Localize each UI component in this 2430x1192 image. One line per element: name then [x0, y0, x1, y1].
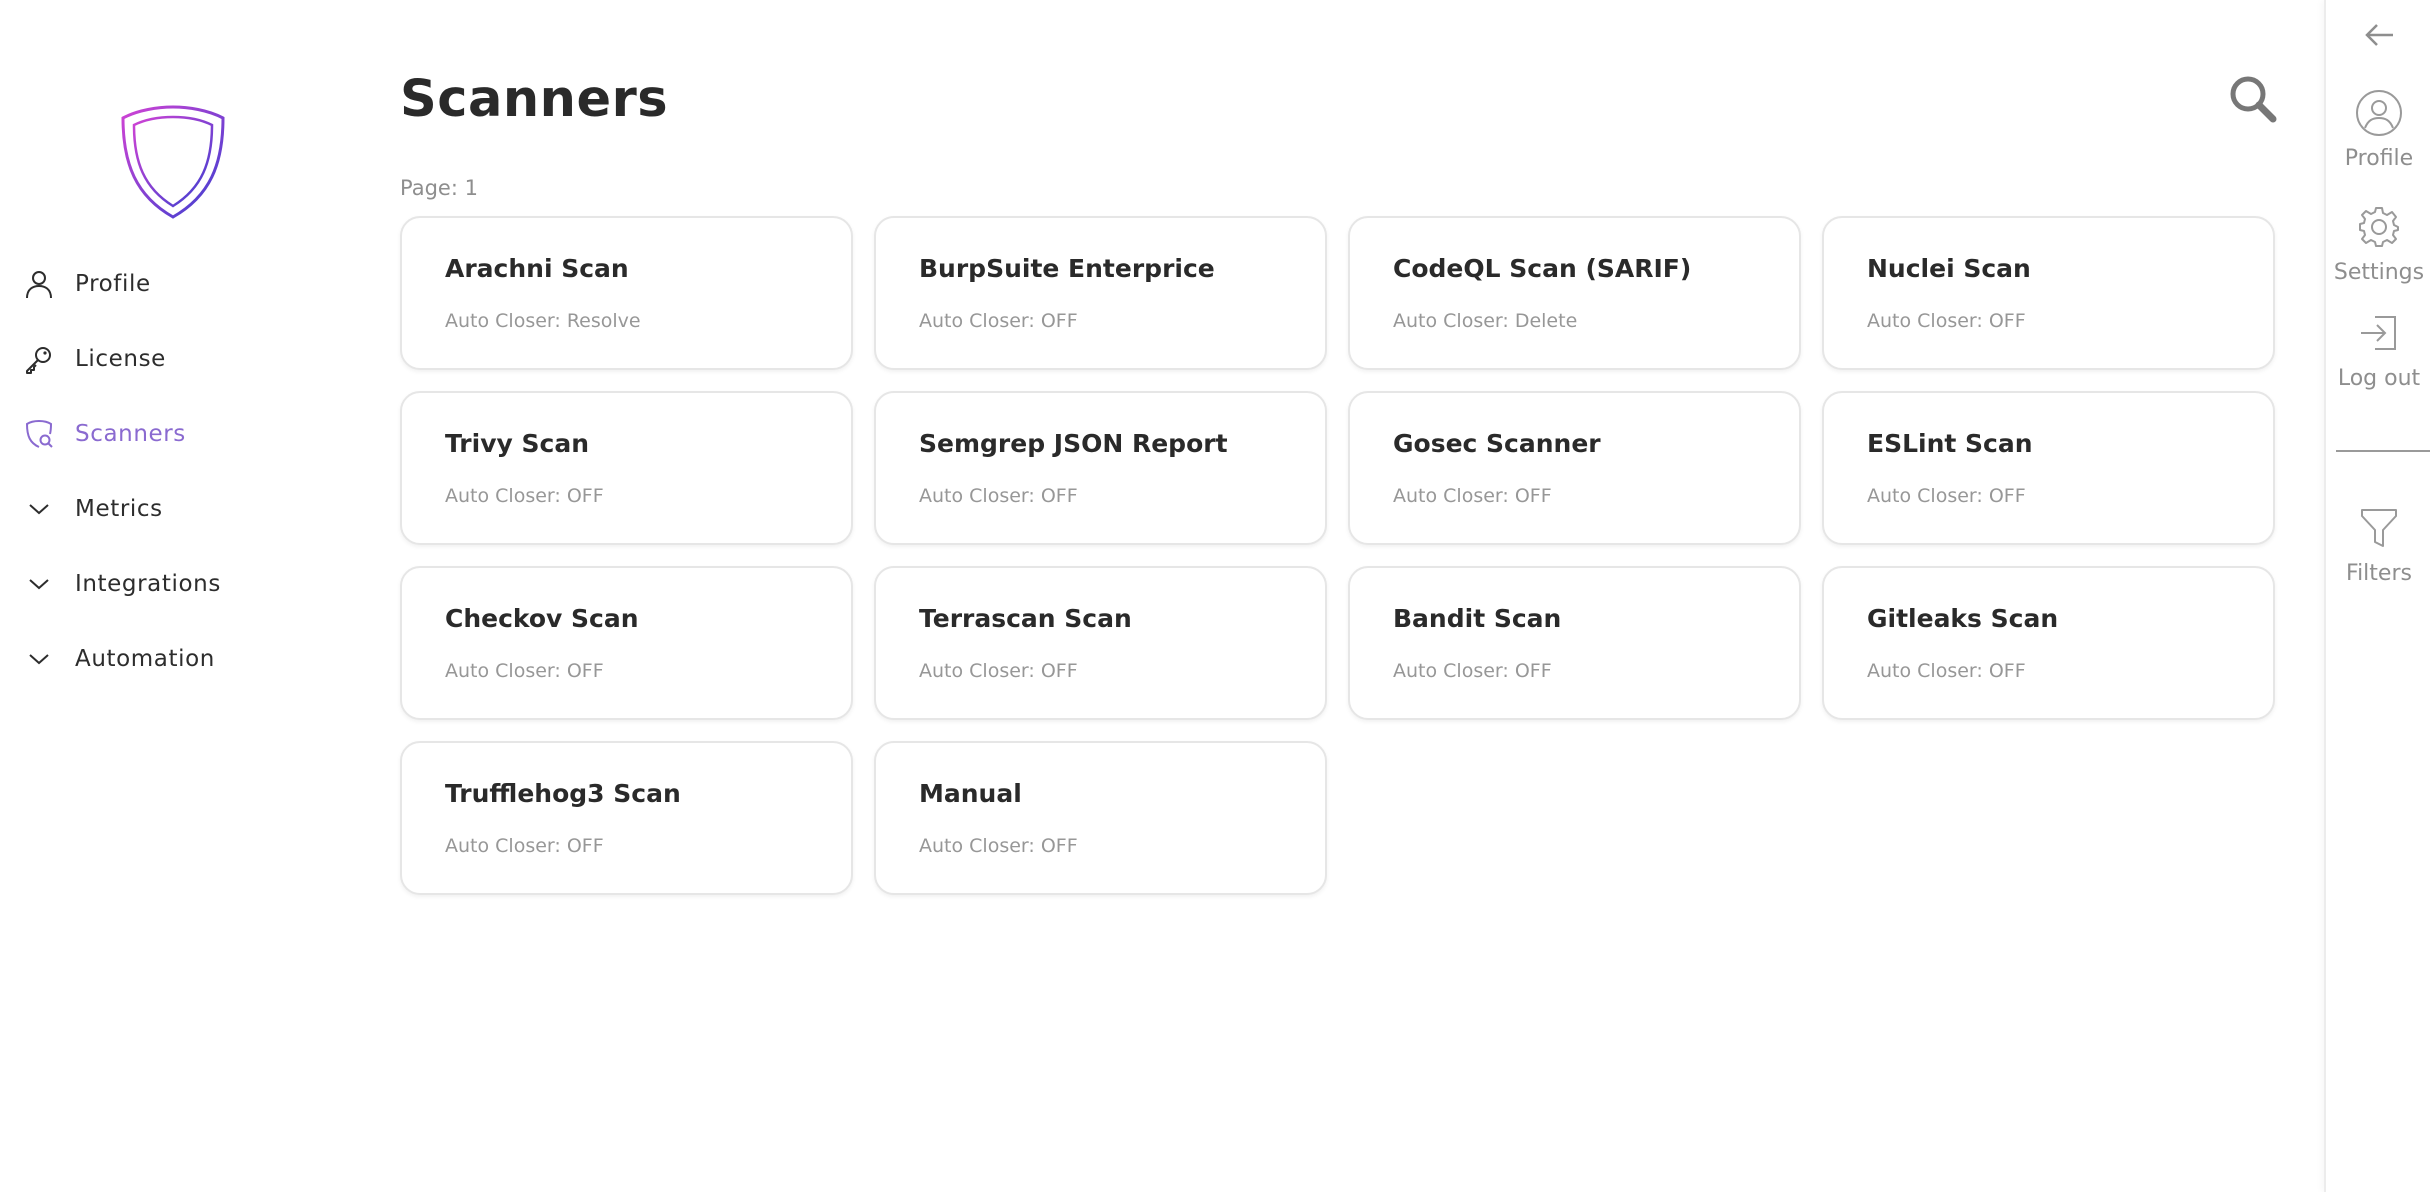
page-title: Scanners — [400, 70, 669, 129]
sidebar-item-scanners[interactable]: Scanners — [22, 414, 186, 454]
sidebar-item-label: Metrics — [75, 496, 163, 522]
scanner-card[interactable]: Manual Auto Closer: OFF — [874, 741, 1327, 895]
auto-closer-status: Auto Closer: OFF — [919, 660, 1078, 682]
scanner-card[interactable]: Checkov Scan Auto Closer: OFF — [400, 566, 853, 720]
scanner-name: Arachni Scan — [445, 254, 629, 283]
sidebar-item-license[interactable]: License — [22, 339, 166, 379]
scanner-name: CodeQL Scan (SARIF) — [1393, 254, 1692, 283]
scanner-name: Gosec Scanner — [1393, 429, 1601, 458]
scanner-card[interactable]: Gosec Scanner Auto Closer: OFF — [1348, 391, 1801, 545]
scanner-name: Gitleaks Scan — [1867, 604, 2059, 633]
user-icon — [22, 267, 56, 301]
arrow-left-icon — [2365, 24, 2393, 46]
scanner-card[interactable]: CodeQL Scan (SARIF) Auto Closer: Delete — [1348, 216, 1801, 370]
rail-item-label: Profile — [2344, 146, 2414, 171]
scanner-card[interactable]: Trivy Scan Auto Closer: OFF — [400, 391, 853, 545]
auto-closer-status: Auto Closer: Resolve — [445, 310, 641, 332]
scanner-name: Semgrep JSON Report — [919, 429, 1228, 458]
rail-item-label: Log out — [2337, 366, 2421, 391]
scanner-card[interactable]: Nuclei Scan Auto Closer: OFF — [1822, 216, 2275, 370]
user-circle-icon — [2354, 88, 2404, 138]
rail-divider — [2336, 450, 2430, 452]
sidebar-item-label: Profile — [75, 271, 151, 297]
rail-item-logout[interactable]: Log out — [2326, 308, 2430, 391]
scanner-card[interactable]: Arachni Scan Auto Closer: Resolve — [400, 216, 853, 370]
chevron-down-icon — [22, 567, 56, 601]
scanner-card[interactable]: BurpSuite Enterprice Auto Closer: OFF — [874, 216, 1327, 370]
rail-item-label: Filters — [2346, 561, 2412, 586]
filter-icon — [2354, 503, 2404, 553]
shield-search-icon — [22, 417, 56, 451]
scanner-name: Terrascan Scan — [919, 604, 1132, 633]
sidebar-item-integrations[interactable]: Integrations — [22, 564, 221, 604]
chevron-down-icon — [22, 642, 56, 676]
sidebar-item-profile[interactable]: Profile — [22, 264, 151, 304]
auto-closer-status: Auto Closer: OFF — [919, 310, 1078, 332]
auto-closer-status: Auto Closer: OFF — [1867, 485, 2026, 507]
sidebar-item-label: Scanners — [75, 421, 186, 447]
shield-logo — [121, 105, 225, 219]
auto-closer-status: Auto Closer: OFF — [445, 485, 604, 507]
rail-item-filters[interactable]: Filters — [2326, 503, 2430, 586]
sidebar-item-label: Integrations — [75, 571, 221, 597]
scanner-card[interactable]: Gitleaks Scan Auto Closer: OFF — [1822, 566, 2275, 720]
auto-closer-status: Auto Closer: OFF — [919, 835, 1078, 857]
auto-closer-status: Auto Closer: OFF — [1867, 660, 2026, 682]
auto-closer-status: Auto Closer: Delete — [1393, 310, 1578, 332]
key-icon — [22, 342, 56, 376]
rail-item-settings[interactable]: Settings — [2326, 202, 2430, 285]
search-icon — [2230, 76, 2277, 123]
scanner-card[interactable]: Terrascan Scan Auto Closer: OFF — [874, 566, 1327, 720]
page-indicator: Page: 1 — [400, 176, 478, 200]
main-content: Scanners Page: 1 Arachni Scan Auto Close… — [400, 0, 2278, 1192]
scanner-card[interactable]: Trufflehog3 Scan Auto Closer: OFF — [400, 741, 853, 895]
scanner-name: Trufflehog3 Scan — [445, 779, 681, 808]
rail-item-profile[interactable]: Profile — [2326, 88, 2430, 171]
scanner-name: Manual — [919, 779, 1022, 808]
scanner-name: Bandit Scan — [1393, 604, 1562, 633]
scanner-name: Checkov Scan — [445, 604, 639, 633]
search-button[interactable] — [2228, 74, 2278, 124]
sidebar: Profile License Scanners Metrics Integra… — [0, 0, 360, 1192]
scanner-name: Nuclei Scan — [1867, 254, 2031, 283]
auto-closer-status: Auto Closer: OFF — [1393, 485, 1552, 507]
gear-icon — [2354, 202, 2404, 252]
scanner-grid: Arachni Scan Auto Closer: Resolve BurpSu… — [400, 216, 2275, 906]
right-rail: Profile Settings Log out Filters — [2324, 0, 2430, 1192]
rail-item-label: Settings — [2333, 260, 2425, 285]
scanner-card[interactable]: Bandit Scan Auto Closer: OFF — [1348, 566, 1801, 720]
auto-closer-status: Auto Closer: OFF — [1393, 660, 1552, 682]
scanner-name: Trivy Scan — [445, 429, 589, 458]
auto-closer-status: Auto Closer: OFF — [919, 485, 1078, 507]
auto-closer-status: Auto Closer: OFF — [1867, 310, 2026, 332]
scanner-name: BurpSuite Enterprice — [919, 254, 1215, 283]
auto-closer-status: Auto Closer: OFF — [445, 660, 604, 682]
scanner-card[interactable]: Semgrep JSON Report Auto Closer: OFF — [874, 391, 1327, 545]
back-button[interactable] — [2363, 18, 2397, 52]
sidebar-item-metrics[interactable]: Metrics — [22, 489, 163, 529]
sidebar-item-label: License — [75, 346, 166, 372]
sidebar-item-automation[interactable]: Automation — [22, 639, 215, 679]
logout-icon — [2354, 308, 2404, 358]
sidebar-item-label: Automation — [75, 646, 215, 672]
scanner-name: ESLint Scan — [1867, 429, 2033, 458]
chevron-down-icon — [22, 492, 56, 526]
auto-closer-status: Auto Closer: OFF — [445, 835, 604, 857]
scanner-card[interactable]: ESLint Scan Auto Closer: OFF — [1822, 391, 2275, 545]
